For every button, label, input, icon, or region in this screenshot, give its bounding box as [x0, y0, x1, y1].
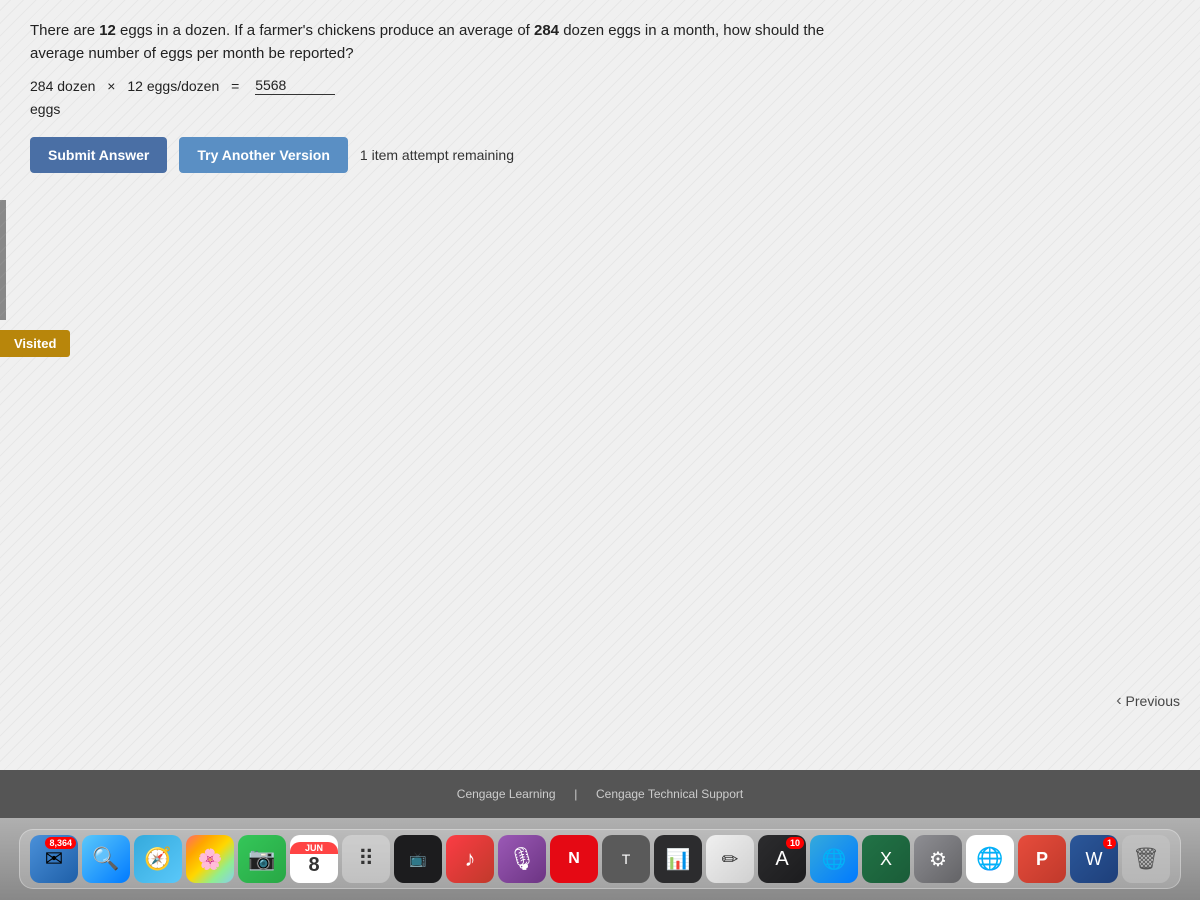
dock-photos-icon[interactable]: 🌸	[186, 835, 234, 883]
dock-podcast-icon[interactable]: 🎙	[498, 835, 546, 883]
dock-mail-icon[interactable]: ✉ 8,364	[30, 835, 78, 883]
dock-facetime-icon[interactable]: 📷	[238, 835, 286, 883]
dock-calendar-icon[interactable]: JUN 8	[290, 835, 338, 883]
dock-trash-icon[interactable]: 🗑	[1122, 835, 1170, 883]
equation-symbol: ×	[107, 78, 115, 94]
footer-links: Cengage Learning | Cengage Technical Sup…	[451, 787, 749, 801]
equation: 284 dozen × 12 eggs/dozen = 5568	[30, 77, 339, 95]
previous-button[interactable]: ‹ Previous	[1116, 692, 1180, 710]
dock-pen-icon[interactable]: ✏	[706, 835, 754, 883]
dock-appletv-icon[interactable]: 📺	[394, 835, 442, 883]
dock-p-icon[interactable]: P	[1018, 835, 1066, 883]
submit-answer-button[interactable]: Submit Answer	[30, 137, 167, 173]
word-badge: 1	[1103, 837, 1116, 849]
bold-284: 284	[534, 22, 559, 39]
footer-bar: Cengage Learning | Cengage Technical Sup…	[0, 770, 1200, 818]
bold-12: 12	[99, 22, 116, 39]
dock-notch-icon[interactable]: T	[602, 835, 650, 883]
equation-part1: 284 dozen	[30, 78, 95, 94]
equation-part2: 12 eggs/dozen	[127, 78, 219, 94]
chevron-left-icon: ‹	[1116, 692, 1121, 710]
dock-sysprefs-icon[interactable]: ⚙	[914, 835, 962, 883]
dock-word-icon[interactable]: W 1	[1070, 835, 1118, 883]
dock-stats-icon[interactable]: 📊	[654, 835, 702, 883]
dock-safari-icon[interactable]: 🧭	[134, 835, 182, 883]
main-content: There are 12 eggs in a dozen. If a farme…	[0, 0, 1200, 770]
mail-badge: 8,364	[45, 837, 76, 849]
footer-link1[interactable]: Cengage Learning	[457, 787, 556, 801]
dock-bar: ✉ 8,364 🔍 🧭 🌸 📷 JUN 8 ⠿ 📺	[19, 829, 1181, 889]
dock-accessibility-icon[interactable]: A 10	[758, 835, 806, 883]
question-text: There are 12 eggs in a dozen. If a farme…	[30, 20, 880, 65]
dock-area: ✉ 8,364 🔍 🧭 🌸 📷 JUN 8 ⠿ 📺	[0, 818, 1200, 900]
equation-answer: 5568	[255, 77, 335, 95]
dock-finder-icon[interactable]: 🔍	[82, 835, 130, 883]
dock-chrome-icon[interactable]: 🌐	[966, 835, 1014, 883]
try-another-version-button[interactable]: Try Another Version	[179, 137, 348, 173]
buttons-row: Submit Answer Try Another Version 1 item…	[30, 137, 1170, 173]
syspref-badge: 10	[786, 837, 804, 849]
previous-label: Previous	[1126, 693, 1180, 709]
dock-globe-icon[interactable]: 🌐	[810, 835, 858, 883]
calendar-month: JUN	[290, 842, 338, 854]
unit-text: eggs	[30, 101, 1170, 117]
footer-separator: |	[574, 787, 577, 801]
left-sidebar-indicator	[0, 200, 6, 320]
dock-launchpad-icon[interactable]: ⠿	[342, 835, 390, 883]
calendar-day: 8	[308, 854, 319, 877]
dock-netflix-icon[interactable]: N	[550, 835, 598, 883]
equation-equals: =	[231, 78, 239, 94]
footer-link2[interactable]: Cengage Technical Support	[596, 787, 743, 801]
dock-music-icon[interactable]: ♪	[446, 835, 494, 883]
attempt-remaining-text: 1 item attempt remaining	[360, 147, 514, 163]
visited-tab[interactable]: Visited	[0, 330, 70, 357]
equation-row: 284 dozen × 12 eggs/dozen = 5568	[30, 77, 1170, 95]
dock-excel-icon[interactable]: X	[862, 835, 910, 883]
